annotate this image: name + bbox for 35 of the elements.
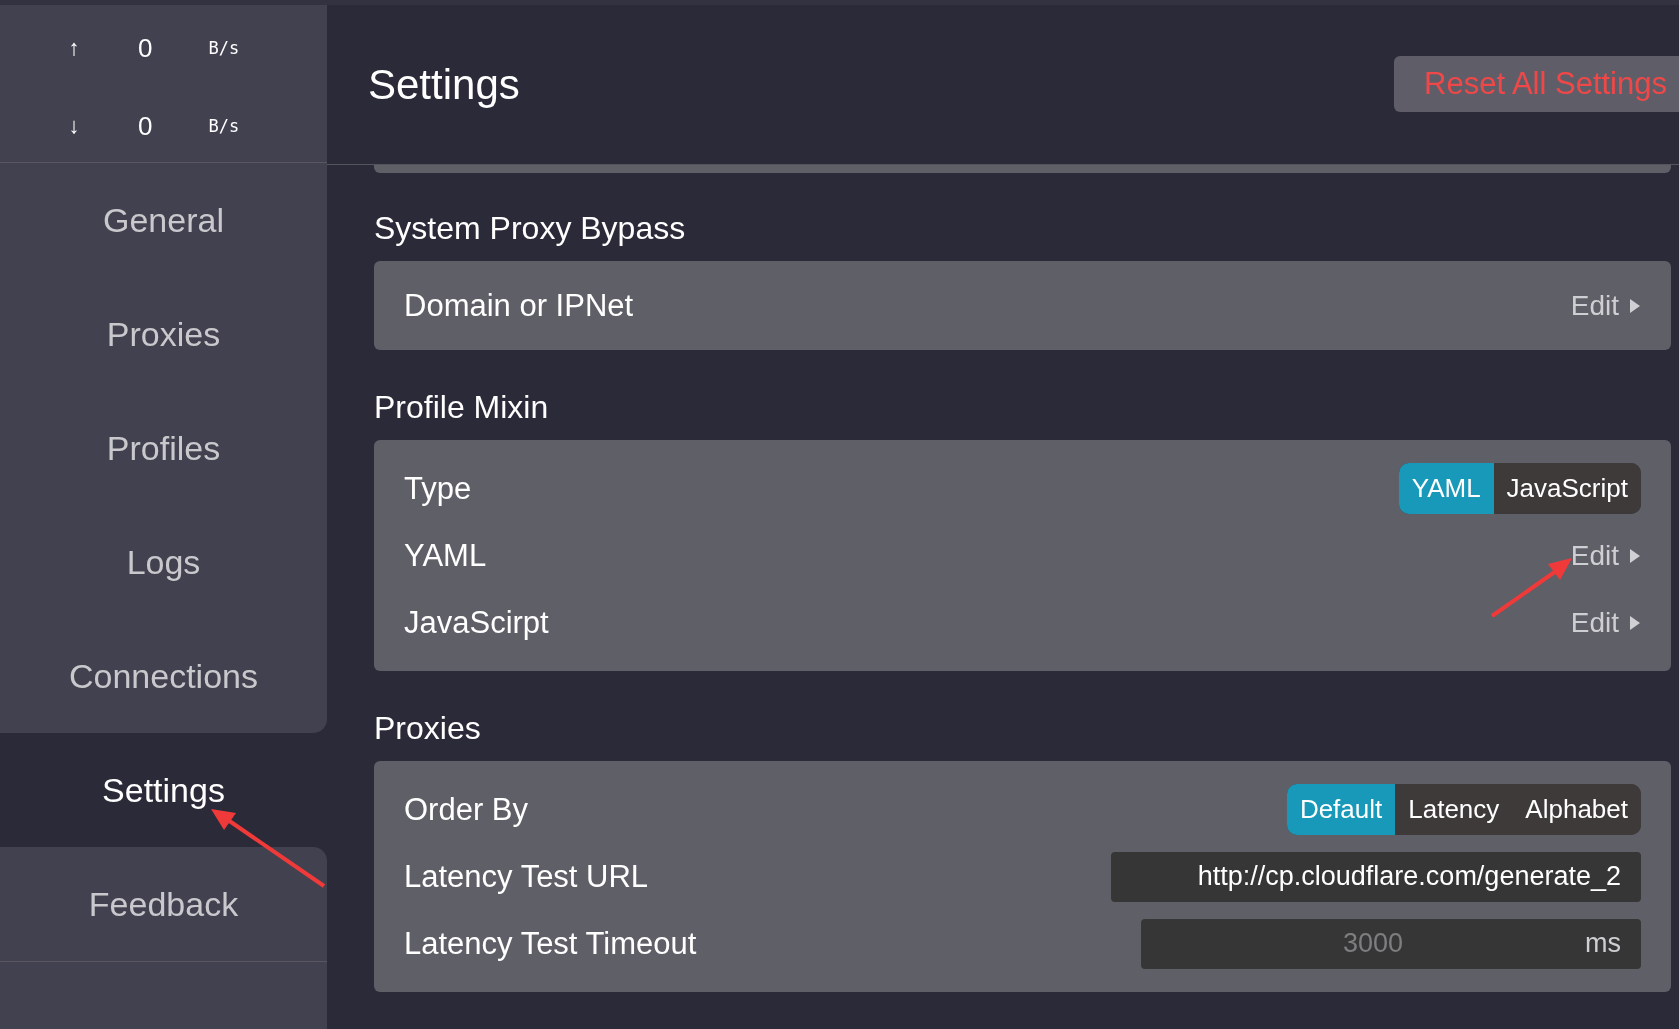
traffic-unit: B/s (208, 38, 240, 58)
page-title: Settings (368, 60, 520, 109)
setting-label: YAML (404, 537, 487, 574)
sidebar-item[interactable]: Proxies (0, 277, 327, 391)
section-title: System Proxy Bypass (374, 209, 687, 248)
traffic-arrow: ↓ (67, 113, 81, 139)
timeout-input-field[interactable]: 3000 ms (1141, 918, 1641, 969)
section-title: Proxies (374, 709, 482, 748)
traffic-value: 0 (138, 110, 153, 142)
sidebar-item[interactable]: Feedback (0, 847, 327, 962)
unit-label: ms (1585, 928, 1621, 959)
caret-icon (1629, 297, 1641, 314)
section-title: Profile Mixin (374, 388, 550, 427)
setting-label: Type (404, 470, 472, 507)
traffic-arrow: ↑ (67, 35, 81, 61)
setting-label: Latency Test Timeout (404, 925, 697, 962)
setting-label: JavaScirpt (404, 604, 549, 641)
timeout-input[interactable]: 3000 (1161, 928, 1585, 959)
setting-label: Domain or IPNet (404, 287, 634, 324)
sidebar-item[interactable]: General (0, 163, 327, 277)
setting-label: Order By (404, 791, 529, 828)
traffic-unit: B/s (208, 116, 240, 136)
sidebar-item[interactable]: Profiles (0, 391, 327, 505)
edit-link[interactable]: Edit (1570, 539, 1641, 572)
sidebar-item[interactable]: Connections (0, 619, 327, 733)
setting-label: Latency Test URL (404, 858, 649, 895)
caret-icon (1629, 547, 1641, 564)
traffic-value: 0 (138, 32, 153, 64)
url-input-field[interactable]: http://cp.cloudflare.com/generate_2 (1111, 851, 1641, 902)
sidebar-item[interactable]: Logs (0, 505, 327, 619)
segment-option[interactable]: Default (1286, 784, 1396, 835)
caret-icon (1629, 614, 1641, 631)
edit-link[interactable]: Edit (1570, 606, 1641, 639)
segment-option[interactable]: YAML (1398, 463, 1494, 514)
edit-link[interactable]: Edit (1570, 289, 1641, 322)
